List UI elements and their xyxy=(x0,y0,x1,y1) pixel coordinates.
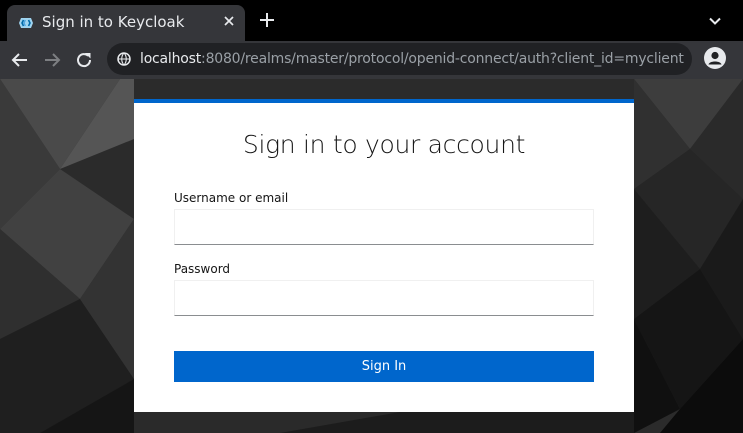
chevron-down-icon[interactable] xyxy=(706,12,724,30)
page-title: Sign in to your account xyxy=(242,130,526,159)
address-bar[interactable]: localhost:8080/realms/master/protocol/op… xyxy=(107,43,692,75)
username-label: Username or email xyxy=(174,191,289,205)
browser-tab[interactable]: Sign in to Keycloak xyxy=(7,5,245,41)
sign-in-button[interactable]: Sign In xyxy=(174,351,594,382)
url-path: :8080/realms/master/protocol/openid-conn… xyxy=(201,51,684,67)
reload-icon[interactable] xyxy=(73,49,95,71)
url-text: localhost:8080/realms/master/protocol/op… xyxy=(140,50,684,68)
close-icon[interactable] xyxy=(221,13,237,29)
back-arrow-icon[interactable] xyxy=(9,49,31,71)
login-card: Sign in to your account Username or emai… xyxy=(134,99,634,412)
url-host: localhost xyxy=(140,51,202,67)
keycloak-favicon-icon xyxy=(19,18,33,28)
plus-icon[interactable] xyxy=(258,11,276,29)
forward-arrow-icon[interactable] xyxy=(41,49,63,71)
page-viewport: Sign in to your account Username or emai… xyxy=(0,79,743,433)
profile-icon[interactable] xyxy=(704,47,726,69)
site-info-icon[interactable] xyxy=(117,52,131,66)
password-label: Password xyxy=(174,262,231,276)
tab-title: Sign in to Keycloak xyxy=(42,13,185,31)
browser-toolbar: localhost:8080/realms/master/protocol/op… xyxy=(0,41,743,79)
tab-strip: Sign in to Keycloak xyxy=(0,0,743,41)
username-field[interactable] xyxy=(174,209,594,245)
password-field[interactable] xyxy=(174,280,594,316)
